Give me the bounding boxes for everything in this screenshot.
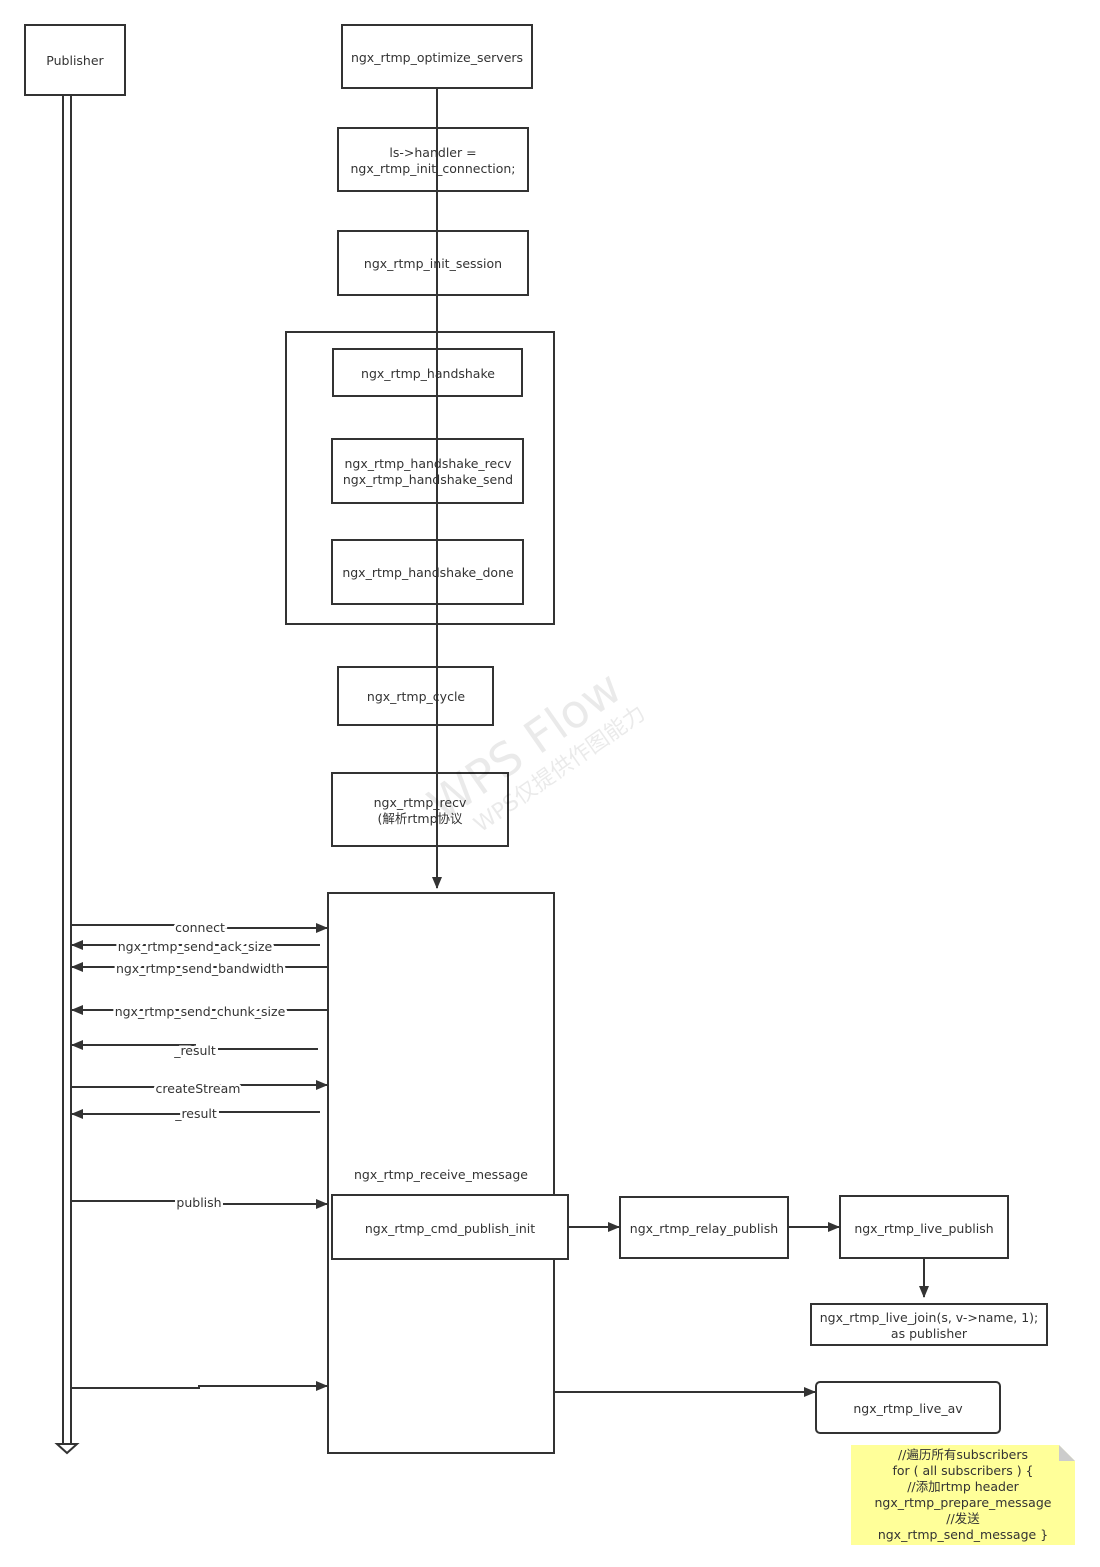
publisher-lifeline (54, 95, 80, 1455)
note-fold-icon (1059, 1445, 1075, 1461)
box-live-publish[interactable]: ngx_rtmp_live_publish (839, 1195, 1009, 1259)
message-label: _result (173, 1043, 216, 1058)
message-media-data (71, 1381, 328, 1391)
note-line: ngx_rtmp_prepare_message (875, 1495, 1052, 1510)
box-label: ngx_rtmp_init_connection; (350, 161, 515, 176)
box-cmd-publish-init[interactable]: ngx_rtmp_cmd_publish_init (331, 1194, 569, 1260)
box-optimize-servers[interactable]: ngx_rtmp_optimize_servers (341, 24, 533, 89)
message-create-stream: createStream (71, 1079, 328, 1099)
message-label: connect (175, 920, 225, 935)
box-label: ngx_rtmp_handshake_recv (345, 456, 513, 471)
message-connect: connect (71, 918, 328, 938)
message-label: ngx_rtmp_send_chunk_size (115, 1004, 286, 1019)
message-publish: publish (71, 1193, 328, 1213)
message-bandwidth: ngx_rtmp_send_bandwidth (71, 959, 328, 979)
box-label: ngx_rtmp_live_join(s, v->name, 1); (820, 1310, 1039, 1325)
box-handshake[interactable]: ngx_rtmp_handshake (332, 348, 523, 397)
message-chunk-size: ngx_rtmp_send_chunk_size (71, 1002, 328, 1022)
message-result-1: _result (71, 1040, 318, 1061)
sequence-diagram: Publisher ngx_rtmp_optimize_servers ls->… (24, 24, 1075, 1545)
note[interactable]: //遍历所有subscribers for ( all subscribers … (851, 1445, 1075, 1545)
box-live-join[interactable]: ngx_rtmp_live_join(s, v->name, 1); as pu… (810, 1303, 1048, 1346)
box-label: ngx_rtmp_handshake_done (342, 565, 514, 580)
box-label: ls->handler = (389, 145, 476, 160)
watermark-logo: WPS Flow WPS仅提供作图能力 (418, 660, 650, 838)
publisher-label: Publisher (46, 53, 104, 68)
lifeline-arrowhead-icon (54, 1443, 80, 1455)
box-label: ngx_rtmp_relay_publish (630, 1221, 778, 1236)
box-cycle[interactable]: ngx_rtmp_cycle (337, 666, 494, 726)
box-label: as publisher (891, 1326, 968, 1341)
message-ack-size: ngx_rtmp_send_ack_size (71, 937, 320, 957)
note-line: //发送 (946, 1511, 980, 1526)
note-line: //遍历所有subscribers (898, 1447, 1028, 1462)
message-label: publish (176, 1195, 221, 1210)
box-init-session[interactable]: ngx_rtmp_init_session (337, 230, 529, 296)
note-line: //添加rtmp header (907, 1479, 1019, 1494)
message-label: createStream (156, 1081, 241, 1096)
box-live-av[interactable]: ngx_rtmp_live_av (815, 1381, 1001, 1434)
box-init-connection[interactable]: ls->handler = ngx_rtmp_init_connection; (337, 127, 529, 192)
message-label: _result (174, 1106, 217, 1121)
message-label: ngx_rtmp_send_bandwidth (116, 961, 284, 976)
box-handshake-done[interactable]: ngx_rtmp_handshake_done (331, 539, 524, 605)
box-label: ngx_rtmp_handshake_send (343, 472, 513, 487)
message-result-2: _result (71, 1104, 320, 1124)
box-relay-publish[interactable]: ngx_rtmp_relay_publish (619, 1196, 789, 1259)
box-label: ngx_rtmp_init_session (364, 256, 502, 271)
note-line: for ( all subscribers ) { (892, 1463, 1033, 1478)
box-label: ngx_rtmp_handshake (361, 366, 495, 381)
box-label: ngx_rtmp_cycle (367, 689, 466, 704)
box-receive-message[interactable]: ngx_rtmp_receive_message (327, 892, 555, 1454)
box-label: ngx_rtmp_live_av (853, 1401, 963, 1416)
note-line: ngx_rtmp_send_message } (878, 1527, 1048, 1542)
message-label: ngx_rtmp_send_ack_size (118, 939, 273, 954)
box-label: ngx_rtmp_live_publish (854, 1221, 993, 1236)
box-label: ngx_rtmp_receive_message (354, 1167, 528, 1182)
box-handshake-recv-send[interactable]: ngx_rtmp_handshake_recv ngx_rtmp_handsha… (331, 438, 524, 504)
box-label: ngx_rtmp_cmd_publish_init (365, 1221, 535, 1236)
publisher-participant[interactable]: Publisher (24, 24, 126, 96)
box-label: ngx_rtmp_optimize_servers (351, 50, 523, 65)
